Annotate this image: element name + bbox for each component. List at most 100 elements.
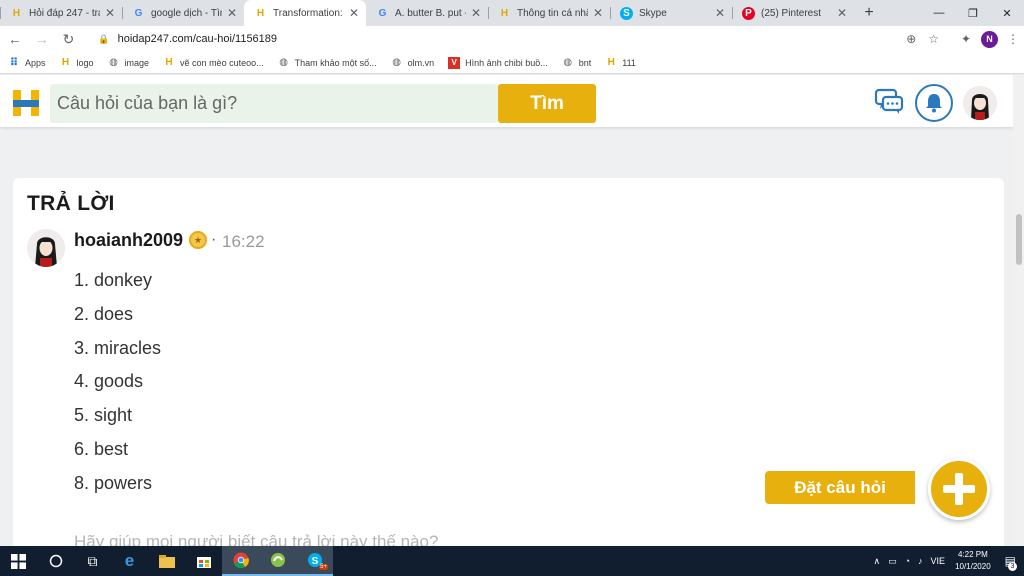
bookmark-bnt[interactable]: ◍ bnt [562, 57, 592, 69]
tab-google-search[interactable]: G A. butter B. put - T ✕ [366, 0, 488, 26]
lock-icon: 🔒 [98, 33, 110, 44]
bookmark-label: 111 [622, 57, 636, 68]
tab-hoidap-home[interactable]: H Hỏi đáp 247 - tran ✕ [0, 0, 122, 26]
bookmark-logo[interactable]: Hlogo [60, 57, 94, 69]
bookmark-reference[interactable]: ◍ Tham khảo một số... [278, 57, 377, 69]
hoidap-logo[interactable] [11, 88, 41, 118]
apps-grid-icon: ⠿ [9, 57, 19, 69]
cortana-search-icon[interactable] [37, 546, 74, 576]
tab-transformation[interactable]: H Transformation: 1. ✕ [244, 0, 366, 26]
app-icon[interactable] [259, 546, 296, 576]
file-explorer-icon[interactable] [148, 546, 185, 576]
svg-text:S: S [311, 556, 318, 567]
bookmark-apps[interactable]: ⠿ Apps [8, 57, 46, 69]
bookmark-label: Apps [25, 57, 46, 68]
new-tab-button[interactable]: + [856, 0, 882, 26]
tab-close-icon[interactable]: ✕ [836, 6, 848, 20]
bookmark-label: Tham khảo một số... [294, 57, 377, 68]
rank-badge-icon: ★ [189, 231, 207, 249]
tab-title: Hỏi đáp 247 - tran [29, 7, 100, 19]
list-item: 2. does [74, 303, 134, 324]
ask-question-button[interactable]: Đặt câu hỏi [765, 471, 915, 504]
tab-close-icon[interactable]: ✕ [470, 6, 482, 20]
zoom-icon[interactable]: ⊕ [906, 32, 916, 46]
search-input[interactable] [50, 84, 498, 123]
back-icon[interactable]: ← [3, 27, 27, 51]
tab-pinterest[interactable]: P (25) Pinterest ✕ [732, 0, 854, 26]
forward-icon[interactable]: → [30, 27, 54, 51]
bookmark-cat[interactable]: Hvẽ con mèo cuteoo... [163, 57, 264, 69]
tab-close-icon[interactable]: ✕ [592, 6, 604, 20]
search-button[interactable]: Tìm [498, 84, 596, 123]
clock-time: 4:22 PM [957, 550, 988, 559]
menu-kebab-icon[interactable]: ⋮ [1002, 32, 1024, 46]
extensions-icon[interactable]: ✦ [955, 32, 977, 46]
bookmark-label: vẽ con mèo cuteoo... [180, 57, 264, 68]
tab-close-icon[interactable]: ✕ [348, 6, 360, 20]
bookmark-label: bnt [578, 57, 592, 68]
list-item: 1. donkey [74, 270, 153, 290]
tab-google-translate[interactable]: G google dịch - Tìm ✕ [122, 0, 244, 26]
notification-center-icon[interactable]: ▤ 3 [1005, 554, 1017, 571]
system-tray: ∧ ▭ ◔ ♪ VIE 4:22 PM 10/1/2020 ▤ 3 [870, 546, 1024, 576]
tab-title: Skype [639, 7, 667, 19]
answer-time: 16:22 [222, 232, 265, 251]
list-item: 5. sight [74, 405, 133, 426]
user-avatar[interactable] [963, 86, 997, 120]
store-icon[interactable] [185, 546, 222, 576]
tab-skype[interactable]: S Skype ✕ [610, 0, 732, 26]
task-view-icon[interactable]: ⧉ [74, 546, 111, 576]
page-scrollbar[interactable] [1013, 75, 1024, 546]
edge-icon[interactable]: e [111, 546, 148, 576]
tray-chevron-icon[interactable]: ∧ [874, 556, 881, 567]
tab-close-icon[interactable]: ✕ [714, 6, 726, 20]
bookmark-chibi[interactable]: V Hình ảnh chibi buồ... [448, 56, 548, 69]
tab-profile[interactable]: H Thông tin cá nhân ✕ [488, 0, 610, 26]
tab-title: Thông tin cá nhân [517, 7, 588, 19]
bookmark-olm[interactable]: ◍ olm.vn [391, 57, 435, 69]
bookmark-image[interactable]: ◍ image [108, 57, 149, 69]
notification-count: 3 [1008, 562, 1017, 571]
battery-icon[interactable]: ▭ [888, 556, 897, 567]
globe-icon: ◍ [109, 57, 118, 68]
skype-app-icon[interactable]: S 5+ [296, 546, 333, 576]
chat-icon[interactable] [874, 88, 904, 116]
volume-icon[interactable]: ♪ [918, 556, 923, 566]
notification-bell-button[interactable] [915, 84, 953, 122]
chrome-icon[interactable] [222, 546, 259, 576]
answerer-username[interactable]: hoaianh2009 [74, 230, 183, 251]
bookmark-label: olm.vn [407, 57, 435, 68]
vivid-favicon: V [448, 56, 461, 69]
profile-avatar[interactable]: N [981, 30, 999, 48]
scrollbar-thumb[interactable] [1016, 214, 1022, 265]
minimize-icon[interactable]: — [922, 0, 956, 26]
input-language[interactable]: VIE [931, 556, 946, 566]
url-text[interactable]: hoidap247.com/cau-hoi/1156189 [118, 33, 895, 45]
tab-close-icon[interactable]: ✕ [226, 6, 238, 20]
search-box [50, 84, 498, 123]
answer-list: 1. donkey 2. does 3. miracles 4. goods 5… [74, 269, 161, 506]
bookmarks-bar: ⠿ Apps Hlogo ◍ image Hvẽ con mèo cuteoo...… [0, 52, 1024, 74]
close-window-icon[interactable]: ✕ [990, 0, 1024, 26]
globe-icon: ◍ [392, 57, 402, 68]
window-controls: — ❐ ✕ [922, 0, 1024, 26]
bookmark-111[interactable]: H 111 [605, 57, 636, 69]
answer-section-title: TRẢ LỜI [27, 192, 115, 215]
wifi-icon[interactable]: ◔ [905, 556, 910, 566]
skype-favicon: S [620, 6, 633, 20]
hoidap-favicon: H [61, 57, 70, 68]
answerer-avatar[interactable] [27, 229, 65, 267]
avatar-image [27, 229, 65, 267]
tab-close-icon[interactable]: ✕ [104, 6, 116, 20]
list-item: 3. miracles [74, 337, 162, 358]
address-bar[interactable]: 🔒 hoidap247.com/cau-hoi/1156189 ⊕ ☆ [90, 28, 947, 50]
tab-title: Transformation: 1. [273, 7, 344, 19]
list-item: 6. best [74, 438, 129, 459]
system-clock[interactable]: 4:22 PM 10/1/2020 [955, 549, 991, 573]
reload-icon[interactable]: ↻ [57, 27, 81, 51]
list-item: 8. powers [74, 472, 153, 493]
bookmark-star-icon[interactable]: ☆ [928, 32, 939, 46]
windows-start-icon[interactable] [0, 546, 37, 576]
ask-question-plus-button[interactable] [928, 458, 990, 520]
restore-icon[interactable]: ❐ [956, 0, 990, 26]
